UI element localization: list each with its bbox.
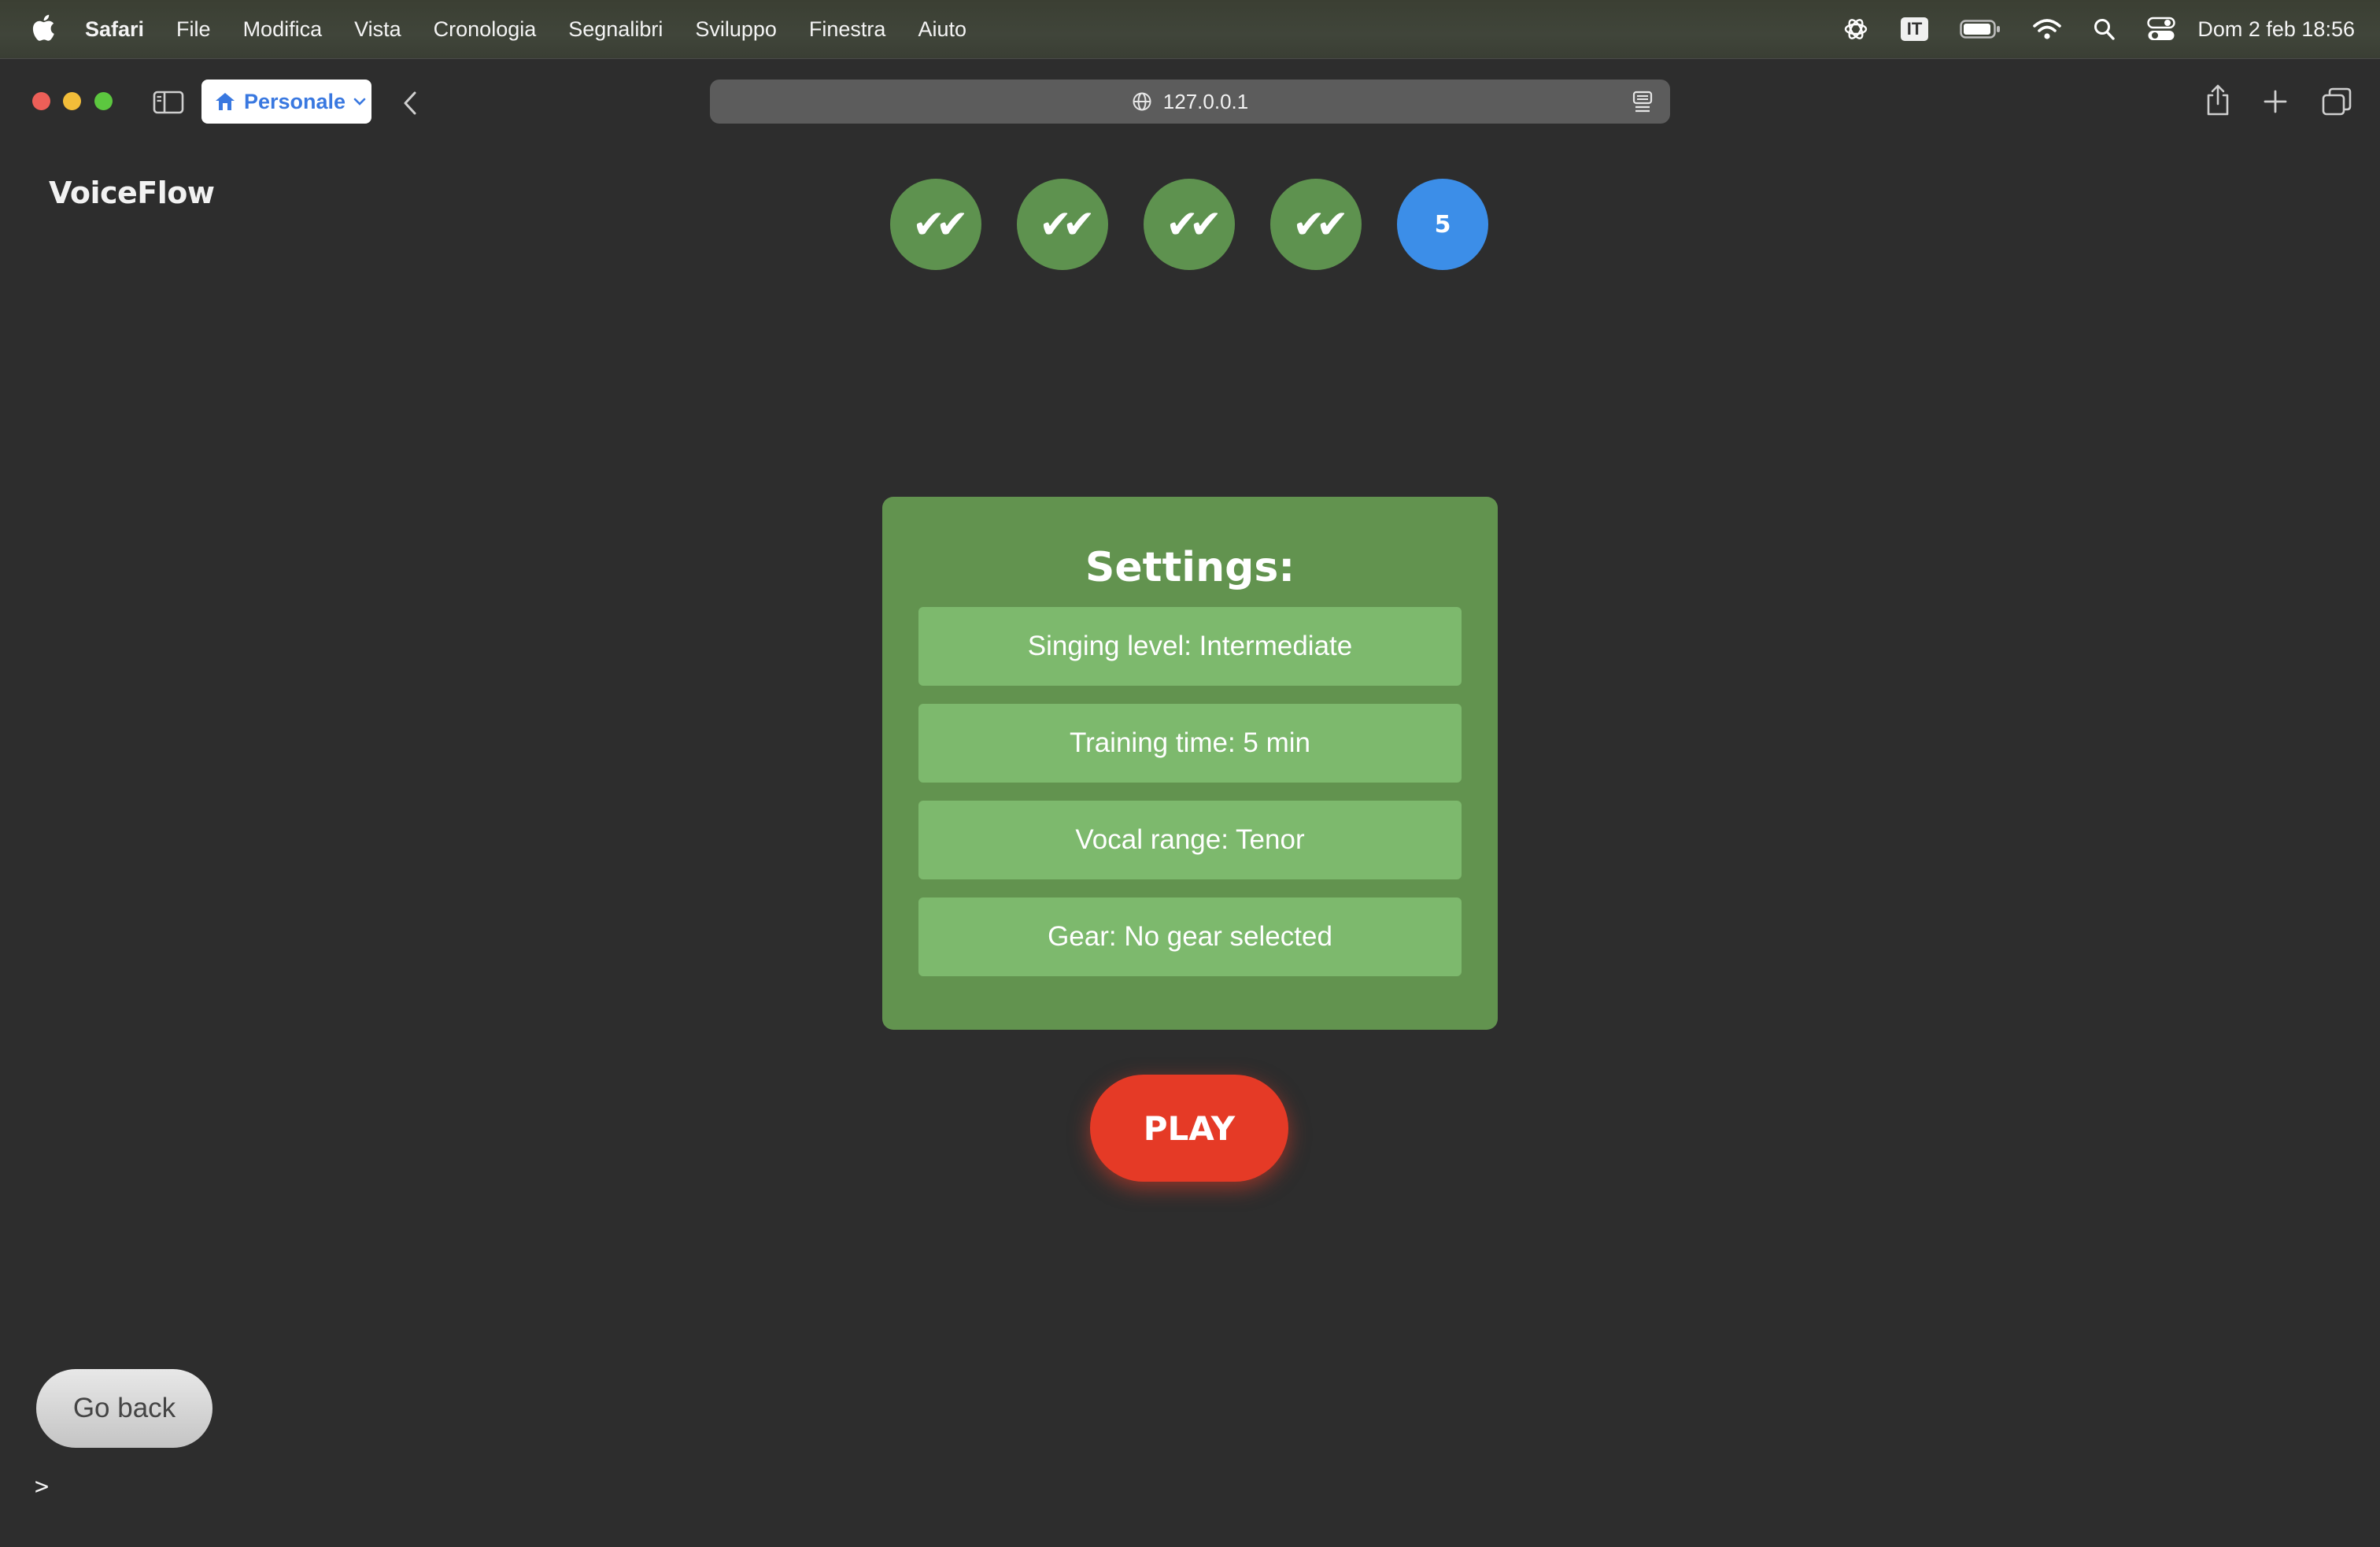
app-logo[interactable]: VoiceFlow [49, 176, 215, 210]
menu-segnalibri[interactable]: Segnalibri [568, 17, 663, 42]
chatgpt-icon[interactable] [1842, 16, 1869, 43]
page-content: VoiceFlow ✔✔ ✔✔ ✔✔ ✔✔ 5 Settings: Singin… [0, 141, 2380, 1547]
new-tab-icon[interactable] [2263, 89, 2288, 114]
wifi-icon[interactable] [2032, 17, 2062, 41]
profile-selector[interactable]: Personale [201, 80, 371, 124]
address-bar[interactable]: 127.0.0.1 [710, 80, 1670, 124]
apple-logo-icon[interactable] [31, 13, 55, 43]
sidebar-toggle-icon[interactable] [153, 91, 184, 114]
window-minimize-button[interactable] [63, 92, 81, 110]
step-4-done: ✔✔ [1270, 179, 1362, 270]
setting-singing-level[interactable]: Singing level: Intermediate [918, 607, 1462, 686]
go-back-button[interactable]: Go back [36, 1369, 213, 1448]
step-5-current: 5 [1397, 179, 1488, 270]
browser-toolbar: Personale 127.0.0.1 [0, 59, 2380, 141]
battery-icon[interactable] [1960, 19, 2001, 39]
menu-sviluppo[interactable]: Sviluppo [695, 17, 777, 42]
console-prompt: > [35, 1473, 50, 1501]
setting-training-time[interactable]: Training time: 5 min [918, 704, 1462, 783]
menubar-clock[interactable]: Dom 2 feb 18:56 [2197, 17, 2355, 42]
spotlight-icon[interactable] [2094, 17, 2116, 41]
globe-icon [1133, 92, 1151, 111]
menu-cronologia[interactable]: Cronologia [434, 17, 537, 42]
step-2-done: ✔✔ [1017, 179, 1108, 270]
browser-window: Personale 127.0.0.1 VoiceFlow ✔✔ ✔✔ ✔✔ ✔… [0, 58, 2380, 1547]
settings-card: Settings: Singing level: Intermediate Tr… [882, 497, 1498, 1030]
back-arrow-icon[interactable] [401, 91, 420, 116]
input-source-icon[interactable]: IT [1900, 17, 1929, 41]
menu-file[interactable]: File [176, 17, 211, 42]
reader-icon[interactable] [1632, 91, 1653, 113]
window-close-button[interactable] [32, 92, 50, 110]
url-text: 127.0.0.1 [1162, 89, 1249, 113]
window-zoom-button[interactable] [94, 92, 113, 110]
macos-menu-bar: Safari File Modifica Vista Cronologia Se… [0, 0, 2380, 58]
share-icon[interactable] [2204, 83, 2232, 117]
step-1-done: ✔✔ [890, 179, 981, 270]
step-3-done: ✔✔ [1144, 179, 1235, 270]
chevron-down-icon [353, 98, 366, 105]
menu-modifica[interactable]: Modifica [243, 17, 323, 42]
settings-title: Settings: [1085, 544, 1295, 591]
menu-aiuto[interactable]: Aiuto [918, 17, 966, 42]
setting-vocal-range[interactable]: Vocal range: Tenor [918, 801, 1462, 879]
menu-finestra[interactable]: Finestra [809, 17, 886, 42]
menu-vista[interactable]: Vista [354, 17, 401, 42]
play-button[interactable]: PLAY [1090, 1075, 1288, 1182]
tab-overview-icon[interactable] [2322, 87, 2352, 116]
menu-safari[interactable]: Safari [85, 17, 144, 42]
control-center-icon[interactable] [2147, 17, 2176, 42]
profile-label: Personale [244, 89, 346, 113]
home-icon [216, 93, 235, 110]
setting-gear[interactable]: Gear: No gear selected [918, 897, 1462, 976]
